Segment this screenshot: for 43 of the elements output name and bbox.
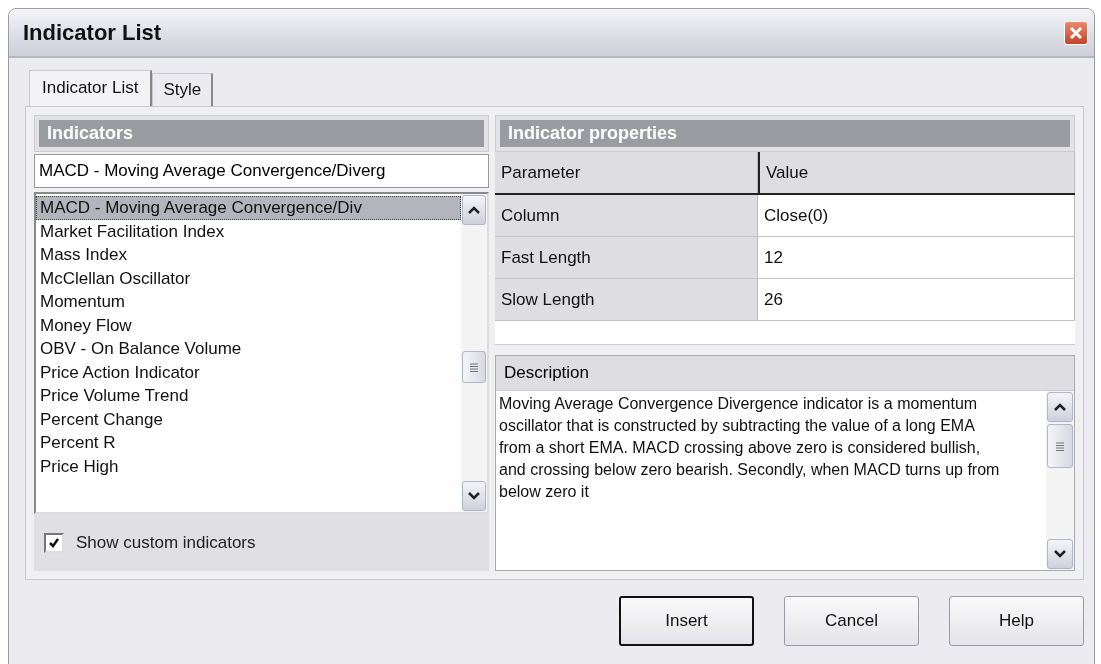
dialog-button[interactable]: Cancel	[784, 596, 919, 646]
tab[interactable]: Style	[152, 73, 214, 106]
dialog-button[interactable]: Help	[949, 596, 1084, 646]
list-item[interactable]: Percent Change	[36, 407, 461, 431]
list-item[interactable]: Price Volume Trend	[36, 384, 461, 408]
window-title: Indicator List	[23, 19, 162, 46]
scroll-thumb[interactable]	[462, 351, 486, 384]
column-header[interactable]: Parameter	[495, 152, 758, 193]
checkbox-label: Show custom indicators	[76, 532, 256, 553]
table-cell: Fast Length	[495, 237, 758, 278]
table-cell: Slow Length	[495, 279, 758, 320]
list-item[interactable]: Market Facilitation Index	[36, 219, 461, 243]
scroll-up-button[interactable]	[1047, 392, 1073, 422]
description-header: Description	[496, 356, 1074, 391]
dialog-button[interactable]: Insert	[619, 596, 754, 646]
list-item[interactable]: Money Flow	[36, 313, 461, 337]
list-item[interactable]: Price Action Indicator	[36, 360, 461, 384]
list-item[interactable]: OBV - On Balance Volume	[36, 337, 461, 361]
checkbox[interactable]	[44, 532, 64, 553]
list-item[interactable]: McClellan Oscillator	[36, 266, 461, 290]
close-icon	[1068, 24, 1084, 41]
list-item[interactable]: Price High	[36, 454, 461, 478]
indicator-name-field[interactable]: MACD - Moving Average Convergence/Diverg	[34, 154, 489, 188]
grip-icon	[469, 362, 479, 372]
scrollbar[interactable]	[461, 194, 487, 512]
check-icon	[48, 536, 60, 549]
list-item[interactable]: MACD - Moving Average Convergence/Div	[36, 196, 461, 220]
table-cell: Column	[495, 195, 758, 236]
description-text: Moving Average Convergence Divergence indicator is a momentum oscillator that is constructed by subtracting the value of a long EMA from a short EMA. MACD crossing above zero is considered bullish, and crossing below zero bearish. Secondly, when MACD turns up from below zero it	[498, 394, 1001, 502]
panel-header: Indicators	[39, 120, 484, 147]
tab[interactable]: Indicator List	[29, 70, 153, 106]
close-button[interactable]	[1064, 20, 1088, 45]
column-header[interactable]: Value	[758, 152, 1075, 193]
list-item[interactable]: Mass Index	[36, 243, 461, 267]
grip-icon	[1055, 441, 1065, 451]
scrollbar[interactable]	[1046, 391, 1074, 570]
scroll-down-button[interactable]	[462, 481, 486, 511]
panel-header: Indicator properties	[500, 120, 1070, 147]
scroll-up-button[interactable]	[462, 195, 486, 225]
scroll-thumb[interactable]	[1047, 424, 1073, 468]
list-item[interactable]: Percent R	[36, 431, 461, 455]
list-item[interactable]: Momentum	[36, 290, 461, 314]
scroll-down-button[interactable]	[1047, 539, 1073, 569]
